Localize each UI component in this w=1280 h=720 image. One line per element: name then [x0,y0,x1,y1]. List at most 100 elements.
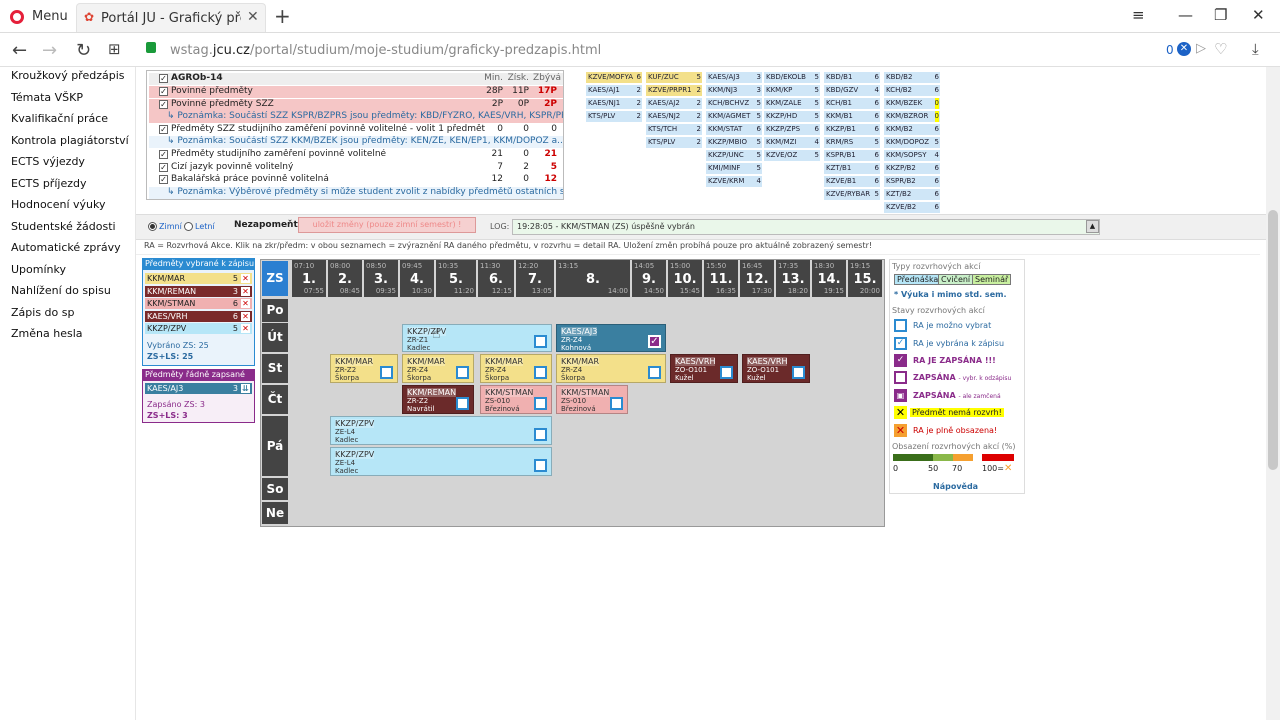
subject-code[interactable]: KKM/AGMET 5 [706,111,762,122]
select-checkbox-icon[interactable] [534,428,547,441]
subject-code[interactable]: KZVE/B1 6 [824,176,880,187]
selected-item[interactable]: KKM/MAR 5 ✕ [145,273,252,284]
subject-code[interactable]: KCH/B1 6 [824,98,880,109]
tab-menu-icon[interactable]: ≡ [1132,6,1145,24]
subject-code[interactable]: KAES/AJ2 2 [646,98,702,109]
subject-code[interactable]: KKM/B1 6 [824,111,880,122]
menu-item[interactable]: ECTS výjezdy [11,155,85,168]
subject-code[interactable]: KKM/STAT 6 [706,124,762,135]
menu-item[interactable]: Kroužkový předzápis [11,69,125,82]
menu-item[interactable]: Zápis do sp [11,306,74,319]
select-checkbox-icon[interactable] [534,366,547,379]
speed-dial-icon[interactable]: ⊞ [108,40,121,58]
subject-code[interactable]: KKM/KP 5 [764,85,820,96]
save-changes-button[interactable]: uložit změny (pouze zimní semestr) ! [298,217,476,233]
subject-code[interactable]: KBD/GZV 4 [824,85,880,96]
subject-code[interactable]: KRM/RS 5 [824,137,880,148]
menu-item[interactable]: Témata VŠKP [11,91,83,104]
remove-icon[interactable]: ✕ [241,311,250,321]
radio-letni-label[interactable]: Letní [195,222,215,231]
subject-code[interactable]: KTS/PLV 2 [586,111,642,122]
back-icon[interactable]: ← [12,40,27,61]
subject-code[interactable]: KCH/BCHVZ 5 [706,98,762,109]
subject-code[interactable]: KTS/PLV 2 [646,137,702,148]
new-tab-icon[interactable]: + [274,4,291,28]
subject-code[interactable]: KAES/NJ1 2 [586,98,642,109]
close-tab-icon[interactable]: ✕ [247,9,259,25]
send-icon[interactable]: ▷ [1196,41,1206,56]
subject-code[interactable]: KUF/ZUC 5 [646,72,702,83]
selected-item[interactable]: KKM/REMAN 3 ✕ [145,285,252,297]
subject-code[interactable]: KKZP/MBIO 5 [706,137,762,148]
timetable-event[interactable]: KKZP/ZPV ZE-L4 Kadlec [330,447,552,476]
subject-code[interactable]: KZT/B2 6 [884,189,940,200]
subject-code[interactable]: KAES/NJ2 2 [646,111,702,122]
subject-code[interactable]: KZVE/B2 6 [884,202,940,213]
checkbox-icon[interactable]: ✓ [159,99,168,109]
menu-item[interactable]: Nahlížení do spisu [11,284,111,297]
help-link[interactable]: Nápověda [933,482,978,491]
subject-code[interactable]: KKM/MZI 4 [764,137,820,148]
menu-item[interactable]: Hodnocení výuky [11,198,106,211]
download-icon[interactable]: ⤓ [1252,40,1259,58]
subject-code[interactable]: KKM/SOPSY 4 [884,150,940,161]
select-checkbox-icon[interactable] [720,366,733,379]
subject-code[interactable]: KZT/B1 6 [824,163,880,174]
timetable-event[interactable]: KAES/VRH ZO-O101 Kužel [742,354,810,383]
subject-code[interactable]: KKZP/B2 6 [884,163,940,174]
timetable-event[interactable]: KKZP/ZPV ZR-Z1 Kadlec [402,324,552,352]
subject-code[interactable]: KZVE/OZ 5 [764,150,820,161]
browser-tab[interactable]: ✿ Portál JU - Grafický předzá ✕ [76,3,266,32]
subject-code[interactable]: KZVE/MOFYA 6 [586,72,642,83]
unenroll-icon[interactable]: ⇊ [241,384,250,393]
subject-code[interactable]: KAES/AJ1 2 [586,85,642,96]
timetable-event[interactable]: KKM/MAR ZR-Z4 Škorpa [480,354,552,383]
log-expand-icon[interactable]: ▲ [1086,220,1099,233]
subject-code[interactable]: KSPR/B1 6 [824,150,880,161]
menu-item[interactable]: Kvalifikační práce [11,112,108,125]
subject-code[interactable]: KKZP/B1 6 [824,124,880,135]
timetable-event[interactable]: KKM/MAR ZR-Z2 Škorpa [330,354,398,383]
select-checkbox-icon[interactable] [456,397,469,410]
remove-icon[interactable]: ✕ [241,299,250,308]
remove-icon[interactable]: ✕ [241,274,250,283]
subject-code[interactable]: KBD/B1 6 [824,72,880,83]
menu-item[interactable]: Studentské žádosti [11,220,116,233]
timetable-event[interactable]: KKZP/ZPV ZE-L4 Kadlec [330,416,552,445]
radio-letni[interactable] [184,222,193,231]
enrolled-check-icon[interactable]: ✓ [648,335,661,348]
subject-code[interactable]: KKZP/UNC 5 [706,150,762,161]
remove-icon[interactable]: ✕ [241,286,250,296]
checkbox-icon[interactable]: ✓ [159,74,168,83]
subject-code[interactable]: KBD/EKOLB 5 [764,72,820,83]
timetable-event[interactable]: KAES/AJ3 ZR-Z4 Kohnová ✓ [556,324,666,352]
subject-code[interactable]: KMI/MINF 5 [706,163,762,174]
forward-icon[interactable]: → [42,40,57,61]
remove-icon[interactable]: ✕ [241,324,250,333]
subject-code[interactable]: KKM/DOPOZ 5 [884,137,940,148]
select-checkbox-icon[interactable] [610,397,623,410]
subject-code[interactable]: KCH/B2 6 [884,85,940,96]
subject-code[interactable]: KZVE/KRM 4 [706,176,762,187]
subject-code[interactable]: KKZP/HD 5 [764,111,820,122]
select-checkbox-icon[interactable] [648,366,661,379]
timetable-event[interactable]: KAES/VRH ZO-O101 Kužel [670,354,738,383]
selected-item[interactable]: KAES/VRH 6 ✕ [145,310,252,322]
select-checkbox-icon[interactable] [380,366,393,379]
checkbox-icon[interactable]: ✓ [159,87,168,96]
subject-code[interactable]: KKM/B2 6 [884,124,940,135]
subject-code[interactable]: KKM/NJ3 3 [706,85,762,96]
opera-menu-button[interactable]: Menu [32,9,68,24]
radio-zimni[interactable] [148,222,157,231]
close-window-icon[interactable]: ✕ [1252,6,1265,24]
radio-zimni-label[interactable]: Zimní [159,222,182,231]
scrollbar-thumb[interactable] [1268,210,1278,470]
subject-code[interactable]: KKM/BZROR 0 [884,111,940,122]
select-checkbox-icon[interactable] [534,397,547,410]
address-bar[interactable]: wstag.jcu.cz/portal/studium/moje-studium… [170,43,601,58]
menu-item[interactable]: ECTS příjezdy [11,177,86,190]
selected-item[interactable]: KKZP/ZPV 5 ✕ [145,323,252,334]
checkbox-icon[interactable]: ✓ [159,124,168,134]
subject-code[interactable]: KAES/AJ3 3 [706,72,762,83]
subject-code[interactable]: KZVE/RYBAR 5 [824,189,880,200]
